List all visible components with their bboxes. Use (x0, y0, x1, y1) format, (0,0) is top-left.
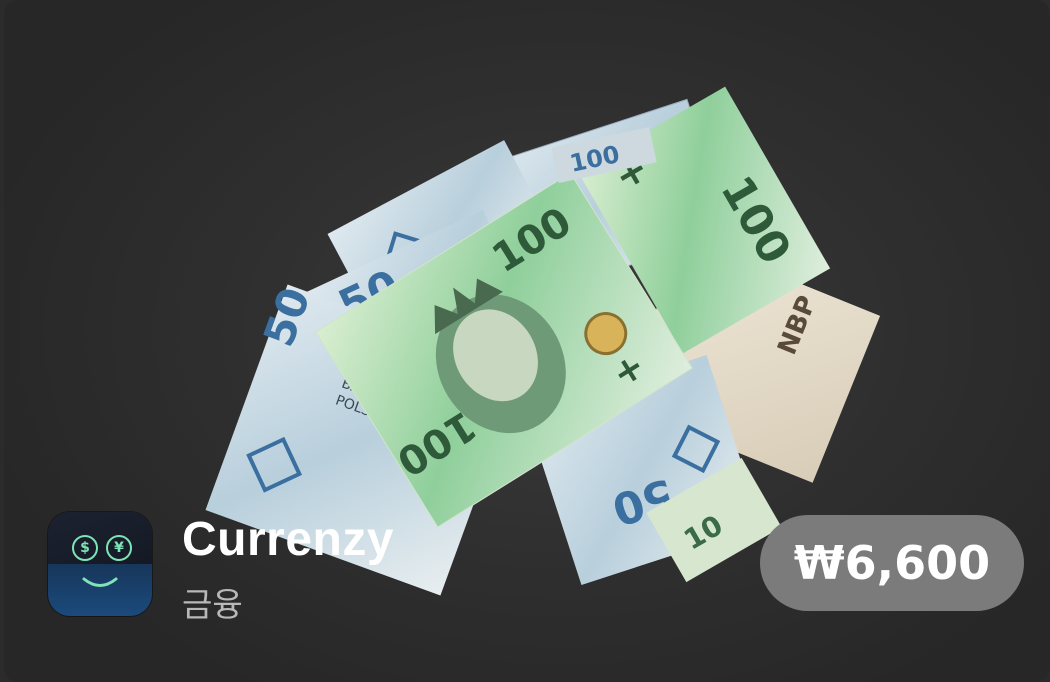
smile-icon (82, 577, 118, 587)
app-info-row: $ ¥ Currenzy 금융 ₩6,600 (48, 512, 1038, 624)
app-card[interactable]: NBP 100 + 50 50 NARODOWY BANK POLSKI 50 (4, 0, 1050, 682)
app-category: 금융 (182, 585, 243, 624)
currenzy-face-icon[interactable]: $ ¥ (48, 512, 152, 616)
buy-price-button[interactable]: ₩6,600 (760, 515, 1024, 611)
yen-eye-icon: ¥ (106, 535, 132, 561)
app-name[interactable]: Currenzy (182, 512, 394, 567)
dollar-eye-icon: $ (72, 535, 98, 561)
